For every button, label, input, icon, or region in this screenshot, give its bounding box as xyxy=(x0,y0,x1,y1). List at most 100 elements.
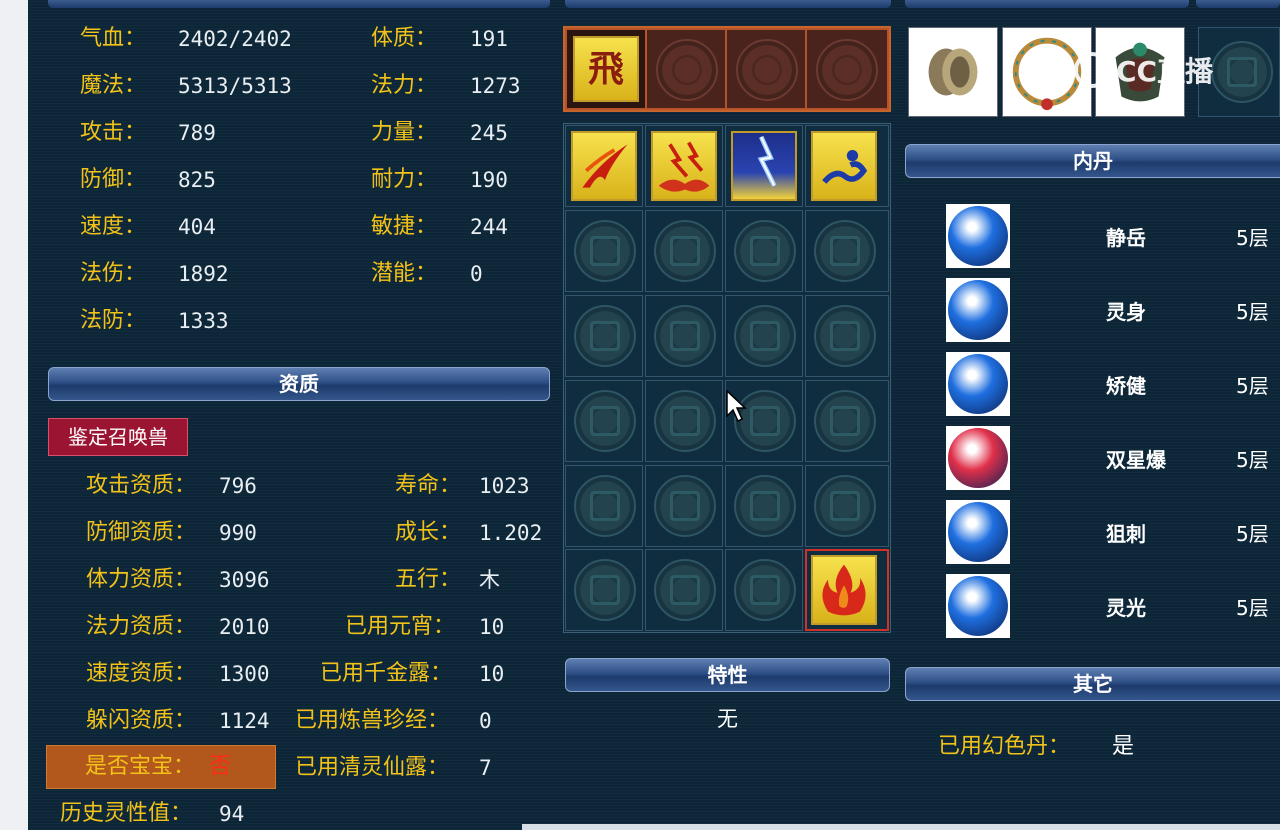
stat-label-magic-damage: 法伤： xyxy=(80,261,147,286)
neidan-orb xyxy=(948,502,1008,562)
stat-value-mana: 1273 xyxy=(470,74,521,98)
aptitude-value-attack: 796 xyxy=(219,474,257,498)
empty-slot-emblem-icon xyxy=(734,475,796,537)
neidan-name: 静岳 xyxy=(1106,226,1146,250)
aptitude-label-lianshou: 已用炼兽珍经： xyxy=(295,708,450,733)
skill-slot[interactable] xyxy=(565,125,643,207)
huanse-label: 已用幻色丹： xyxy=(938,734,1071,759)
skill-slot-empty[interactable] xyxy=(565,380,643,462)
stat-value-potential: 0 xyxy=(470,262,483,286)
blue-dragon-icon[interactable] xyxy=(811,131,877,201)
fei-rune-icon[interactable]: 飛 xyxy=(573,36,639,102)
skill-slot-empty[interactable] xyxy=(645,549,723,631)
empty-slot-emblem-icon xyxy=(654,559,716,621)
skill-slot-empty[interactable] xyxy=(565,549,643,631)
top-header-bar xyxy=(1196,0,1280,8)
skill-slot-empty[interactable] xyxy=(805,380,889,462)
skill-slot-empty[interactable] xyxy=(805,295,889,377)
skill-slot[interactable] xyxy=(805,125,889,207)
skill-slot[interactable] xyxy=(725,125,803,207)
mouse-cursor-icon xyxy=(726,390,747,423)
neidan-level: 5层 xyxy=(1236,300,1269,324)
stat-label-magic-defense: 法防： xyxy=(80,308,147,333)
stat-value-hp: 2402/2402 xyxy=(178,27,292,51)
top-header-bar xyxy=(565,0,891,8)
neidan-item[interactable]: 静岳 5层 xyxy=(946,204,1280,270)
empty-slot-emblem-icon xyxy=(656,39,718,101)
stat-label-defense: 防御： xyxy=(80,167,147,192)
skill-slot-empty[interactable] xyxy=(725,28,807,110)
dragon-orb-icon[interactable] xyxy=(946,278,1010,342)
watermark: CC直播 xyxy=(1074,50,1213,90)
stat-label-speed: 速度： xyxy=(80,214,147,239)
empty-slot-emblem-icon xyxy=(574,220,636,282)
thunder-cloud-icon[interactable] xyxy=(651,131,717,201)
skill-slot-empty[interactable] xyxy=(725,210,803,292)
skill-slot-empty[interactable] xyxy=(805,28,889,110)
empty-slot-emblem-icon xyxy=(734,559,796,621)
neidan-item[interactable]: 灵身 5层 xyxy=(946,278,1280,344)
trait-header: 特性 xyxy=(565,658,890,692)
skill-slot[interactable] xyxy=(645,125,723,207)
equipment-slot[interactable] xyxy=(908,27,998,117)
stat-label-endurance: 耐力： xyxy=(371,167,438,192)
skill-slot-empty[interactable] xyxy=(645,295,723,377)
skill-slot-empty[interactable] xyxy=(645,28,727,110)
stat-value-endurance: 190 xyxy=(470,168,508,192)
trait-value: 无 xyxy=(717,707,738,731)
aptitude-value-element: 木 xyxy=(479,568,500,592)
neidan-item[interactable]: 灵光 5层 xyxy=(946,574,1280,640)
aptitude-label-qianjinlu: 已用千金露： xyxy=(320,661,453,686)
cc-logo-icon xyxy=(1074,52,1110,88)
stat-value-attack: 789 xyxy=(178,121,216,145)
skill-slot-empty[interactable] xyxy=(645,465,723,547)
skill-slot-empty[interactable] xyxy=(565,295,643,377)
other-header: 其它 xyxy=(905,667,1280,701)
lightning-strike-icon[interactable] xyxy=(731,131,797,201)
bottom-edge-bar xyxy=(522,824,1280,830)
fire-claw-icon[interactable] xyxy=(571,131,637,201)
stat-value-strength: 245 xyxy=(470,121,508,145)
skill-slot-empty[interactable] xyxy=(725,549,803,631)
stat-label-hp: 气血： xyxy=(80,26,147,51)
light-orb-icon[interactable] xyxy=(946,574,1010,638)
identify-pet-button[interactable]: 鉴定召唤兽 xyxy=(48,418,188,456)
aptitude-value-mana: 2010 xyxy=(219,615,270,639)
empty-slot xyxy=(1203,32,1280,114)
empty-slot-emblem-icon xyxy=(734,305,796,367)
aptitude-label-speed: 速度资质： xyxy=(86,661,197,686)
stat-value-magic-damage: 1892 xyxy=(178,262,229,286)
flame-icon[interactable] xyxy=(811,555,877,625)
thunder-orb-icon[interactable] xyxy=(946,500,1010,564)
skill-slot-empty[interactable] xyxy=(805,465,889,547)
fire-orb-icon[interactable] xyxy=(946,426,1010,490)
neidan-item[interactable]: 双星爆 5层 xyxy=(946,426,1280,492)
neidan-item[interactable]: 矫健 5层 xyxy=(946,352,1280,418)
skill-slot-empty[interactable] xyxy=(565,465,643,547)
skill-slot[interactable] xyxy=(805,549,889,631)
neidan-orb xyxy=(948,354,1008,414)
neidan-item[interactable]: 狙刺 5层 xyxy=(946,500,1280,566)
empty-slot-emblem-icon xyxy=(814,220,876,282)
stat-value-defense: 825 xyxy=(178,168,216,192)
mountain-orb-icon[interactable] xyxy=(946,204,1010,268)
skill-slot-empty[interactable] xyxy=(805,210,889,292)
stat-label-agility: 敏捷： xyxy=(371,214,438,239)
aptitude-value-growth: 1.202 xyxy=(479,521,543,545)
water-orb-icon[interactable] xyxy=(946,352,1010,416)
skill-slot-empty[interactable] xyxy=(645,210,723,292)
neidan-level: 5层 xyxy=(1236,448,1269,472)
skill-slot-empty[interactable] xyxy=(725,465,803,547)
aptitude-value-speed: 1300 xyxy=(219,662,270,686)
aptitude-value-qianjinlu: 10 xyxy=(479,662,505,686)
skill-slot[interactable]: 飛 xyxy=(565,28,647,110)
aptitude-header: 资质 xyxy=(48,367,550,401)
aptitude-label-yuanxiao: 已用元宵： xyxy=(345,614,456,639)
stat-label-strength: 力量： xyxy=(371,120,438,145)
aptitude-value-defense: 990 xyxy=(219,521,257,545)
stat-value-mp: 5313/5313 xyxy=(178,74,292,98)
stat-label-mp: 魔法： xyxy=(80,73,147,98)
skill-slot-empty[interactable] xyxy=(645,380,723,462)
skill-slot-empty[interactable] xyxy=(725,295,803,377)
skill-slot-empty[interactable] xyxy=(565,210,643,292)
